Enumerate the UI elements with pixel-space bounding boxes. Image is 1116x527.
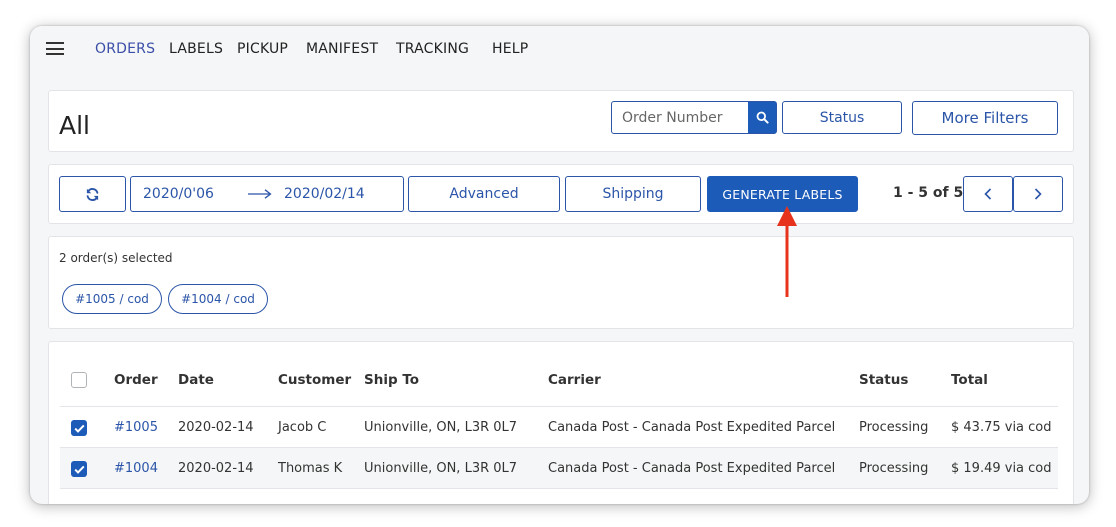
checkmark-icon (73, 465, 85, 474)
app-window: ORDERS LABELS PICKUP MANIFEST TRACKING H… (30, 26, 1089, 504)
select-all-checkbox[interactable] (71, 372, 87, 388)
header-panel: All Status More Filters (48, 90, 1074, 152)
date-from[interactable]: 2020/0'06 (143, 186, 214, 202)
order-status: Processing (859, 461, 929, 476)
refresh-button[interactable] (59, 176, 126, 212)
menu-icon[interactable] (46, 42, 64, 56)
order-link[interactable]: #1004 (114, 461, 158, 476)
order-search (611, 101, 777, 134)
advanced-button[interactable]: Advanced (408, 176, 560, 212)
chevron-right-icon (1034, 188, 1042, 200)
order-number-input[interactable] (612, 102, 749, 133)
selection-panel: 2 order(s) selected #1005 / cod #1004 / … (48, 236, 1074, 329)
generate-labels-button[interactable]: GENERATE LABELS (707, 176, 858, 212)
top-nav: ORDERS LABELS PICKUP MANIFEST TRACKING H… (30, 26, 1089, 76)
column-header-total[interactable]: Total (951, 372, 988, 388)
arrow-right-icon (248, 189, 272, 199)
selected-order-chip[interactable]: #1005 / cod (62, 284, 162, 314)
order-customer: Jacob C (278, 420, 327, 435)
order-carrier: Canada Post - Canada Post Expedited Parc… (548, 461, 836, 476)
row-checkbox[interactable] (71, 461, 87, 477)
order-total: $ 19.49 via cod (951, 461, 1052, 476)
column-header-status[interactable]: Status (859, 372, 908, 388)
selection-summary: 2 order(s) selected (59, 251, 173, 265)
order-customer: Thomas K (278, 461, 343, 476)
chevron-left-icon (984, 188, 992, 200)
checkmark-icon (73, 424, 85, 433)
nav-manifest[interactable]: MANIFEST (306, 41, 378, 57)
prev-page-button[interactable] (963, 176, 1013, 212)
refresh-icon (86, 187, 99, 201)
pagination-summary: 1 - 5 of 5 (893, 185, 964, 201)
toolbar-panel: 2020/0'06 2020/02/14 Advanced Shipping G… (48, 164, 1074, 224)
column-header-carrier[interactable]: Carrier (548, 372, 601, 388)
column-header-order[interactable]: Order (114, 372, 158, 388)
nav-labels[interactable]: LABELS (169, 41, 223, 57)
order-date: 2020-02-14 (178, 461, 254, 476)
nav-orders[interactable]: ORDERS (95, 41, 155, 57)
page-title: All (59, 111, 90, 140)
order-ship-to: Unionville, ON, L3R 0L7 (364, 420, 518, 435)
search-button[interactable] (748, 102, 776, 133)
shipping-button[interactable]: Shipping (565, 176, 701, 212)
selected-order-chip[interactable]: #1004 / cod (168, 284, 268, 314)
nav-tracking[interactable]: TRACKING (396, 41, 469, 57)
column-header-customer[interactable]: Customer (278, 372, 351, 388)
order-total: $ 43.75 via cod (951, 420, 1052, 435)
orders-table: Order Date Customer Ship To Carrier Stat… (48, 341, 1074, 504)
table-row[interactable]: #1005 2020-02-14 Jacob C Unionville, ON,… (60, 406, 1058, 447)
status-filter-button[interactable]: Status (782, 101, 902, 134)
table-row[interactable] (60, 488, 1058, 504)
column-header-ship-to[interactable]: Ship To (364, 372, 419, 388)
order-status: Processing (859, 420, 929, 435)
nav-pickup[interactable]: PICKUP (237, 41, 288, 57)
order-ship-to: Unionville, ON, L3R 0L7 (364, 461, 518, 476)
more-filters-button[interactable]: More Filters (912, 101, 1058, 135)
order-date: 2020-02-14 (178, 420, 254, 435)
date-range-picker[interactable]: 2020/0'06 2020/02/14 (130, 176, 404, 212)
column-header-date[interactable]: Date (178, 372, 214, 388)
row-checkbox[interactable] (71, 420, 87, 436)
date-to[interactable]: 2020/02/14 (284, 186, 365, 202)
table-row[interactable]: #1004 2020-02-14 Thomas K Unionville, ON… (60, 447, 1058, 488)
order-carrier: Canada Post - Canada Post Expedited Parc… (548, 420, 836, 435)
next-page-button[interactable] (1013, 176, 1063, 212)
nav-help[interactable]: HELP (492, 41, 528, 57)
search-icon (756, 111, 769, 124)
order-link[interactable]: #1005 (114, 420, 158, 435)
